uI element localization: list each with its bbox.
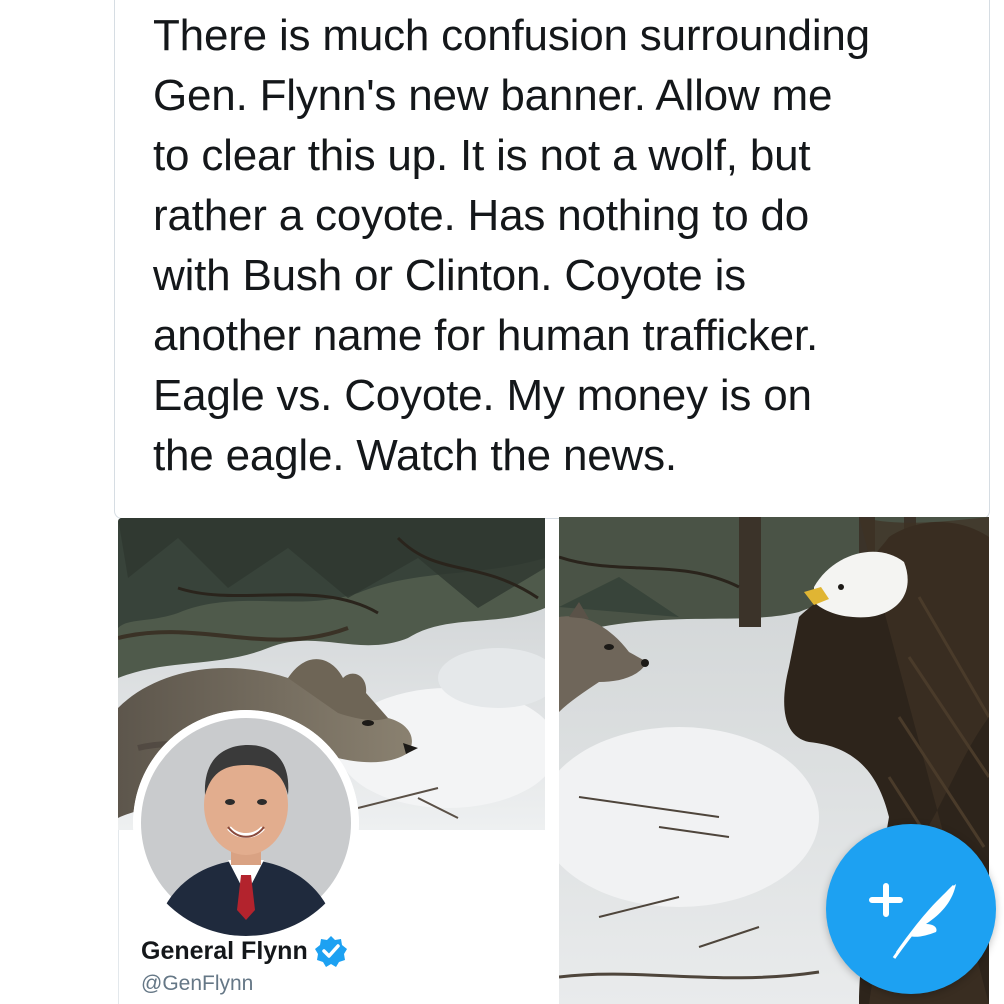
avatar[interactable] [133, 710, 359, 936]
avatar-portrait [133, 710, 359, 936]
profile-name[interactable]: General Flynn [141, 937, 308, 966]
compose-tweet-button[interactable] [826, 824, 996, 994]
profile-name-row: General Flynn [141, 934, 348, 968]
verified-badge-icon [314, 934, 348, 968]
tweet-text: There is much confusion surrounding Gen.… [153, 11, 870, 480]
compose-feather-plus-icon [869, 883, 956, 959]
profile-handle[interactable]: @GenFlynn [141, 972, 253, 996]
screenshot-page: There is much confusion surrounding Gen.… [0, 0, 1004, 1004]
